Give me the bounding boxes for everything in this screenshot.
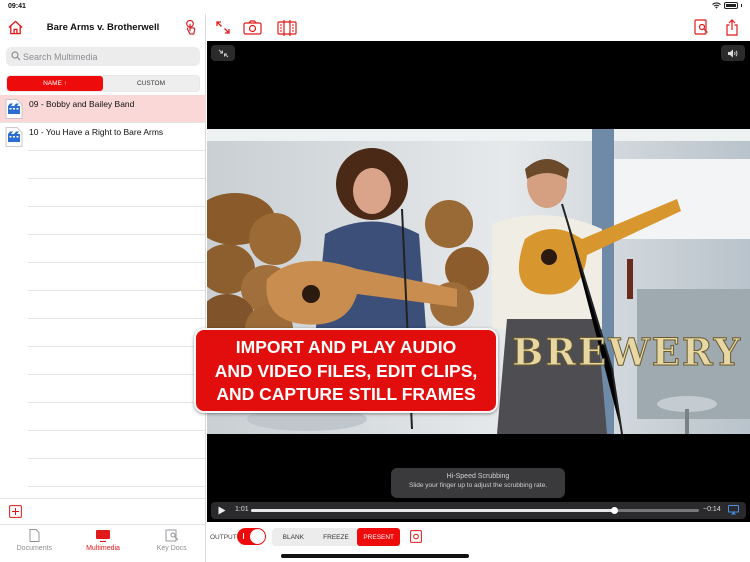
mode-freeze-button[interactable]: FREEZE [315, 528, 358, 546]
search-input[interactable] [23, 47, 193, 66]
empty-row [28, 403, 205, 431]
expand-icon[interactable] [215, 19, 231, 36]
tab-documents[interactable]: Documents [0, 525, 69, 562]
add-icon[interactable] [9, 505, 22, 518]
output-label: OUTPUT [210, 534, 237, 541]
home-indicator [281, 554, 469, 558]
empty-row [28, 235, 205, 263]
tab-label: Key Docs [156, 545, 187, 552]
sort-custom-button[interactable]: CUSTOM [103, 76, 199, 91]
tab-bar: Documents Multimedia Key Docs [0, 524, 206, 562]
clip-edit-icon[interactable] [277, 19, 297, 36]
empty-row [28, 179, 205, 207]
output-toggle[interactable] [237, 528, 266, 545]
promo-callout: IMPORT AND PLAY AUDIO AND VIDEO FILES, E… [194, 328, 498, 413]
scrubbing-tooltip: Hi-Speed Scrubbing Slide your finger up … [391, 468, 565, 498]
collapse-icon [218, 49, 228, 57]
play-icon[interactable] [218, 506, 226, 515]
volume-button[interactable] [721, 45, 745, 61]
toggle-on-mark [243, 533, 244, 539]
scrub-bar[interactable] [251, 507, 699, 514]
status-bar: 09:41 [0, 0, 750, 14]
status-time: 09:41 [8, 3, 26, 10]
empty-rows [28, 123, 205, 487]
app-screen: 09:41 Bare Arms v. Brotherwell NAME ↑ CU… [0, 0, 750, 562]
volume-icon [728, 49, 738, 57]
monitor-icon [96, 530, 110, 542]
empty-row [28, 123, 205, 151]
tab-key-docs[interactable]: Key Docs [137, 525, 206, 562]
tab-label: Multimedia [86, 545, 120, 552]
sidebar-nav-bar: Bare Arms v. Brotherwell [0, 14, 206, 42]
empty-row [28, 459, 205, 487]
empty-row [28, 291, 205, 319]
list-item[interactable]: 09 - Bobby and Bailey Band [0, 95, 206, 123]
sidebar: Bare Arms v. Brotherwell NAME ↑ CUSTOM 0… [0, 14, 206, 562]
search-box [6, 47, 200, 66]
empty-row [28, 319, 205, 347]
empty-row [28, 347, 205, 375]
sort-segmented-control: NAME ↑ CUSTOM [6, 75, 200, 92]
current-time: 1:01 [235, 506, 249, 513]
empty-row [28, 375, 205, 403]
add-bar [0, 498, 206, 524]
wifi-icon [712, 2, 721, 9]
scrubbing-title: Hi-Speed Scrubbing [446, 473, 510, 480]
touch-icon[interactable] [182, 19, 198, 36]
tab-label: Documents [16, 545, 53, 552]
battery-tip [741, 4, 742, 7]
scrub-handle[interactable] [610, 507, 618, 514]
promo-line-2: AND VIDEO FILES, EDIT CLIPS, [214, 360, 478, 381]
mode-blank-button[interactable]: BLANK [272, 528, 315, 546]
empty-row [28, 207, 205, 235]
empty-row [28, 431, 205, 459]
scrub-bar-fill [251, 509, 614, 512]
key-document-icon [165, 529, 178, 542]
airplay-icon[interactable] [728, 505, 739, 515]
promo-line-3: AND CAPTURE STILL FRAMES [216, 384, 476, 404]
capture-frame-icon[interactable] [410, 530, 422, 543]
video-player[interactable]: BREWERY Hi-Speed Scrubbing Slide your fi… [207, 41, 750, 522]
output-mode-control: BLANK FREEZE PRESENT [272, 528, 401, 546]
promo-line-1: IMPORT AND PLAY AUDIO [235, 337, 457, 357]
mode-present-button[interactable]: PRESENT [357, 528, 401, 546]
toggle-knob [250, 529, 265, 544]
brewery-overlay-text: BREWERY [512, 330, 742, 374]
document-search-icon[interactable] [694, 19, 709, 36]
scrubbing-text: Slide your finger up to adjust the scrub… [408, 482, 548, 489]
output-bar: OUTPUT BLANK FREEZE PRESENT [207, 522, 750, 562]
sort-name-button[interactable]: NAME ↑ [7, 76, 103, 91]
remaining-time: −0:14 [703, 506, 721, 513]
playback-controls: 1:01 −0:14 [211, 502, 746, 519]
empty-row [28, 151, 205, 179]
search-icon [11, 51, 21, 61]
page-title: Bare Arms v. Brotherwell [46, 22, 160, 33]
battery-icon [724, 2, 738, 9]
file-name: 09 - Bobby and Bailey Band [29, 99, 135, 109]
video-file-icon [5, 127, 23, 147]
share-icon[interactable] [725, 19, 739, 36]
document-icon [29, 529, 40, 542]
player-toolbar [207, 14, 750, 41]
collapse-button[interactable] [211, 45, 235, 61]
camera-icon[interactable] [243, 19, 262, 36]
empty-row [28, 263, 205, 291]
status-icons [712, 2, 742, 9]
video-file-icon [5, 99, 23, 119]
tab-multimedia[interactable]: Multimedia [69, 525, 138, 562]
